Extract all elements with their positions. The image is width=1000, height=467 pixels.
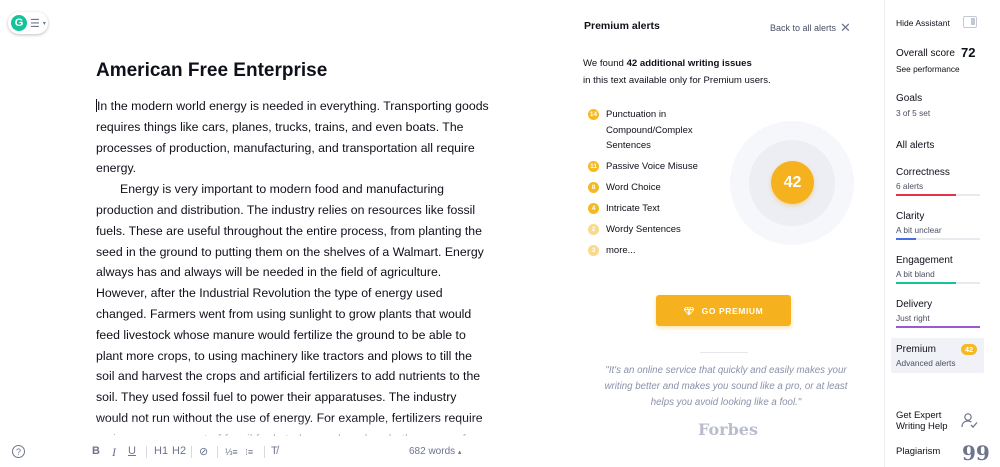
issue-count-badge: 11 xyxy=(588,161,599,172)
goals-value: 3 of 5 set xyxy=(896,108,931,118)
overall-score-value: 72 xyxy=(961,45,976,60)
assistant-sidebar: Hide Assistant Overall score 72 See perf… xyxy=(884,0,1000,467)
issue-count-badge: 4 xyxy=(588,203,599,214)
premium-status: Advanced alerts xyxy=(896,358,956,368)
premium-count-badge: 42 xyxy=(961,344,977,355)
issue-label: Punctuation in Compound/Complex Sentence… xyxy=(606,109,693,151)
link-icon[interactable]: ⊘ xyxy=(199,445,208,458)
italic-button[interactable]: I xyxy=(112,445,116,460)
sidebar-toggle-icon[interactable] xyxy=(963,16,977,28)
all-alerts-link[interactable]: All alerts xyxy=(896,140,934,151)
issue-label: Word Choice xyxy=(606,182,661,193)
diamond-icon xyxy=(683,306,694,315)
format-toolbar: ? B I U H1 H2 ⊘ ⅓≡ ⁝≡ T̸ 682 words ▴ xyxy=(0,440,560,467)
document-title[interactable]: American Free Enterprise xyxy=(96,60,327,82)
forbes-logo: Forbes xyxy=(698,420,758,439)
issue-item: 2 Wordy Sentences xyxy=(588,222,716,238)
clear-format-button[interactable]: T̸ xyxy=(271,445,278,457)
bulleted-list-button[interactable]: ⁝≡ xyxy=(245,447,253,458)
category-progress-bar xyxy=(896,282,980,284)
close-icon[interactable]: ✕ xyxy=(840,20,851,36)
category-status: 6 alerts xyxy=(896,181,924,191)
plagiarism-button[interactable]: Plagiarism xyxy=(896,446,940,457)
paragraph: Energy is very important to modern food … xyxy=(96,182,484,436)
category-progress-fill xyxy=(896,326,980,328)
document-editor[interactable]: American Free Enterprise In the modern w… xyxy=(0,0,560,467)
chevron-up-icon: ▴ xyxy=(457,449,462,456)
see-performance-link[interactable]: See performance xyxy=(896,64,960,74)
ordered-list-button[interactable]: ⅓≡ xyxy=(225,447,238,457)
issue-count-badge: 2 xyxy=(588,224,599,235)
issue-item: 4 Intricate Text xyxy=(588,201,716,217)
category-engagement[interactable]: Engagement A bit bland xyxy=(896,255,980,284)
quote-marks-icon[interactable]: 99 xyxy=(962,441,990,465)
toolbar-divider xyxy=(217,446,218,458)
category-status: Just right xyxy=(896,313,930,323)
issue-count-badge: 14 xyxy=(588,109,599,120)
divider xyxy=(700,352,748,353)
toolbar-divider xyxy=(146,446,147,458)
toolbar-divider xyxy=(191,446,192,458)
panel-title: Premium alerts xyxy=(584,20,660,32)
premium-issue-score: 42 xyxy=(771,161,814,204)
category-correctness[interactable]: Correctness 6 alerts xyxy=(896,167,980,196)
go-premium-button[interactable]: GO PREMIUM xyxy=(656,295,791,326)
expert-person-icon[interactable] xyxy=(961,412,978,429)
category-name: Delivery xyxy=(896,299,933,310)
hide-assistant-button[interactable]: Hide Assistant xyxy=(896,18,950,28)
issue-label: Intricate Text xyxy=(606,203,660,214)
word-count[interactable]: 682 words ▴ xyxy=(409,446,461,457)
category-delivery[interactable]: Delivery Just right xyxy=(896,299,980,328)
category-progress-bar xyxy=(896,238,980,240)
category-progress-fill xyxy=(896,238,917,240)
issue-item: 14 Punctuation in Compound/Complex Sente… xyxy=(588,107,716,154)
category-progress-fill xyxy=(896,282,957,284)
paragraph: In the modern world energy is needed in … xyxy=(96,99,489,176)
issue-count-badge: 8 xyxy=(588,182,599,193)
premium-name: Premium xyxy=(896,344,937,355)
testimonial-quote: "It's an online service that quickly and… xyxy=(604,365,848,408)
premium-alerts-panel: Premium alerts Back to all alerts ✕ We f… xyxy=(560,0,870,467)
issue-item: 11 Passive Voice Misuse xyxy=(588,159,716,175)
found-issues-text: We found 42 additional writing issues in… xyxy=(583,58,771,86)
category-name: Engagement xyxy=(896,255,953,266)
category-clarity[interactable]: Clarity A bit unclear xyxy=(896,211,980,240)
issue-label: Wordy Sentences xyxy=(606,224,681,235)
category-progress-bar xyxy=(896,326,980,328)
issue-item[interactable]: 3 more... xyxy=(588,243,716,259)
heading-1-button[interactable]: H1 xyxy=(154,445,168,457)
underline-button[interactable]: U xyxy=(128,445,136,457)
issue-item: 8 Word Choice xyxy=(588,180,716,196)
text-fade xyxy=(90,418,500,442)
category-status: A bit unclear xyxy=(896,225,942,235)
issue-count-badge: 3 xyxy=(588,245,599,256)
back-to-all-alerts-link[interactable]: Back to all alerts xyxy=(770,23,836,33)
get-expert-help-button[interactable]: Get Expert Writing Help xyxy=(896,410,956,432)
overall-score-label[interactable]: Overall score xyxy=(896,48,955,59)
heading-2-button[interactable]: H2 xyxy=(172,445,186,457)
category-name: Correctness xyxy=(896,167,950,178)
category-name: Clarity xyxy=(896,211,925,222)
go-premium-label: GO PREMIUM xyxy=(701,305,764,316)
category-progress-bar xyxy=(896,194,980,196)
bold-button[interactable]: B xyxy=(92,445,100,457)
help-icon[interactable]: ? xyxy=(12,445,25,458)
toolbar-divider xyxy=(264,446,265,458)
premium-category[interactable]: Premium Advanced alerts 42 xyxy=(891,338,984,373)
goals-label[interactable]: Goals xyxy=(896,93,922,104)
more-issues-link[interactable]: more... xyxy=(606,243,716,259)
category-progress-fill xyxy=(896,194,957,196)
category-status: A bit bland xyxy=(896,269,935,279)
document-body[interactable]: In the modern world energy is needed in … xyxy=(96,96,491,436)
issue-label: Passive Voice Misuse xyxy=(606,161,698,172)
